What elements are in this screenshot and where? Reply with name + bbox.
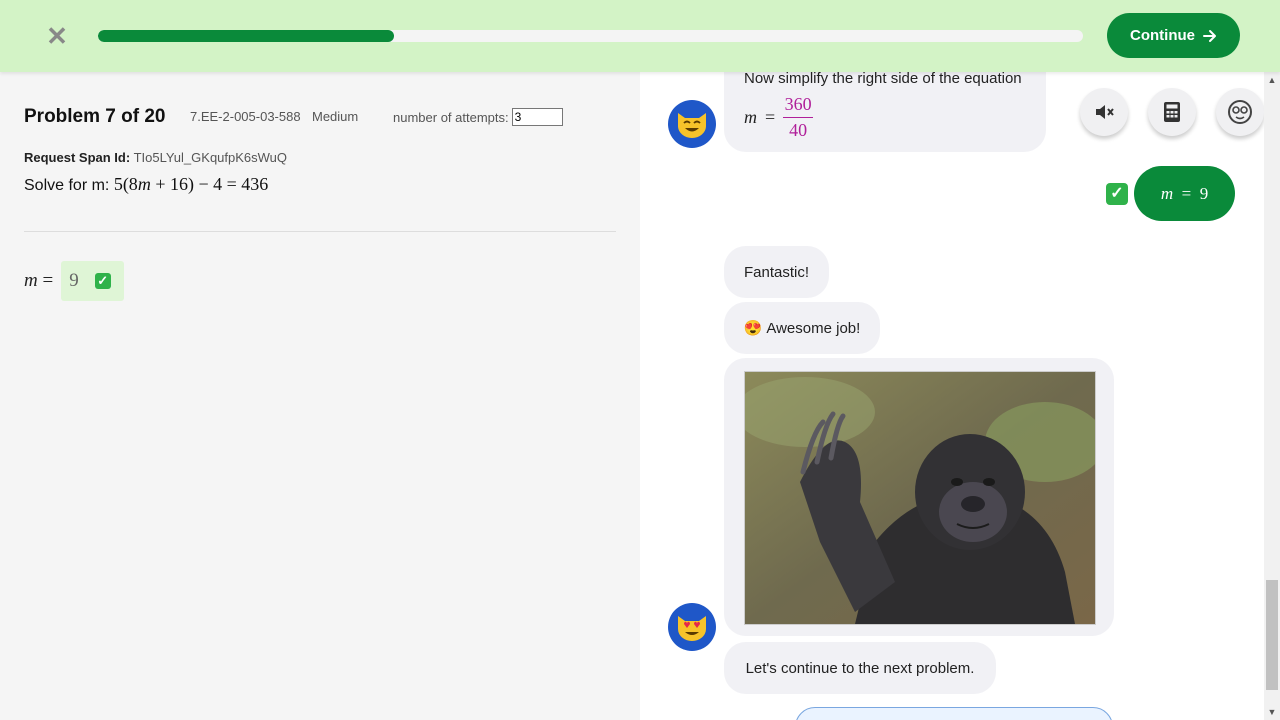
top-bar: ✕ Continue (0, 0, 1280, 72)
scroll-thumb[interactable] (1266, 580, 1278, 690)
tutor-message-fantastic: Fantastic! (724, 246, 829, 298)
numerator: 360 (784, 94, 812, 114)
span-label: Request Span Id: (24, 150, 131, 165)
tutor-message-image (724, 358, 1114, 636)
gorilla-photo (744, 371, 1096, 625)
chat-panel: Now simplify the right side of the equat… (640, 72, 1264, 720)
problem-statement: Solve for m: 5(8m + 16) − 4 = 436 (24, 174, 268, 195)
tutor-avatar (668, 603, 716, 651)
close-button[interactable]: ✕ (44, 22, 70, 50)
check-icon: ✓ (1106, 183, 1128, 205)
problem-code: 7.EE-2-005-03-588 (190, 109, 301, 124)
user-answer-bubble: m = 9 (1134, 166, 1235, 221)
equation: 5(8m + 16) − 4 = 436 (113, 174, 269, 194)
tutor-message-next: Let's continue to the next problem. (724, 642, 996, 694)
fraction: 360 40 (783, 94, 814, 141)
answer-row: m = 9 ✓ (24, 261, 125, 301)
fraction-equation: m = 360 40 (744, 94, 814, 141)
check-icon: ✓ (94, 273, 111, 289)
denominator: 40 (789, 120, 808, 140)
request-span-id: Request Span Id: TIo5LYul_GKqufpK6sWuQ (24, 150, 287, 165)
smiling-cat-icon (678, 113, 706, 138)
difficulty-label: Medium (312, 109, 359, 124)
divider (24, 231, 616, 232)
simplify-text: Now simplify the right side of the equat… (744, 72, 1022, 87)
face-button[interactable] (1216, 88, 1264, 136)
span-value: TIo5LYul_GKqufpK6sWuQ (133, 150, 288, 165)
scroll-down-icon[interactable]: ▼ (1264, 704, 1280, 720)
heart-eyes-emoji-icon: 😍 (743, 320, 763, 337)
calculator-button[interactable] (1148, 88, 1196, 136)
calculator-icon (1164, 102, 1180, 122)
progress-fill (98, 30, 394, 42)
answer-label: m = (24, 270, 54, 291)
problem-panel: Problem 7 of 20 7.EE-2-005-03-588 Medium… (0, 72, 640, 720)
problem-title: Problem 7 of 20 (24, 106, 166, 127)
answer-input[interactable]: 9 ✓ (61, 261, 125, 301)
tutor-message-awesome: 😍 Awesome job! (724, 302, 880, 354)
scroll-up-icon[interactable]: ▲ (1264, 72, 1280, 88)
tutor-avatar (668, 100, 716, 148)
mute-button[interactable] (1080, 88, 1128, 136)
answer-value: 9 (69, 270, 79, 291)
arrow-right-icon (1203, 29, 1216, 42)
attempts-input[interactable] (511, 108, 563, 126)
tutor-message-simplify: Now simplify the right side of the equat… (724, 72, 1046, 152)
speaker-mute-icon (1096, 105, 1114, 119)
continue-label: Continue (1130, 27, 1195, 44)
scrollbar[interactable]: ▲ ▼ (1264, 72, 1280, 720)
attempts-control: number of attempts: (393, 108, 563, 126)
heart-eyes-cat-icon (678, 616, 706, 641)
solve-prefix: Solve for m: (24, 177, 110, 194)
attempts-label: number of attempts: (393, 109, 509, 125)
progress-bar (98, 30, 1083, 42)
next-problem-button[interactable] (795, 707, 1113, 720)
face-icon (1228, 100, 1252, 124)
continue-button[interactable]: Continue (1107, 13, 1240, 58)
